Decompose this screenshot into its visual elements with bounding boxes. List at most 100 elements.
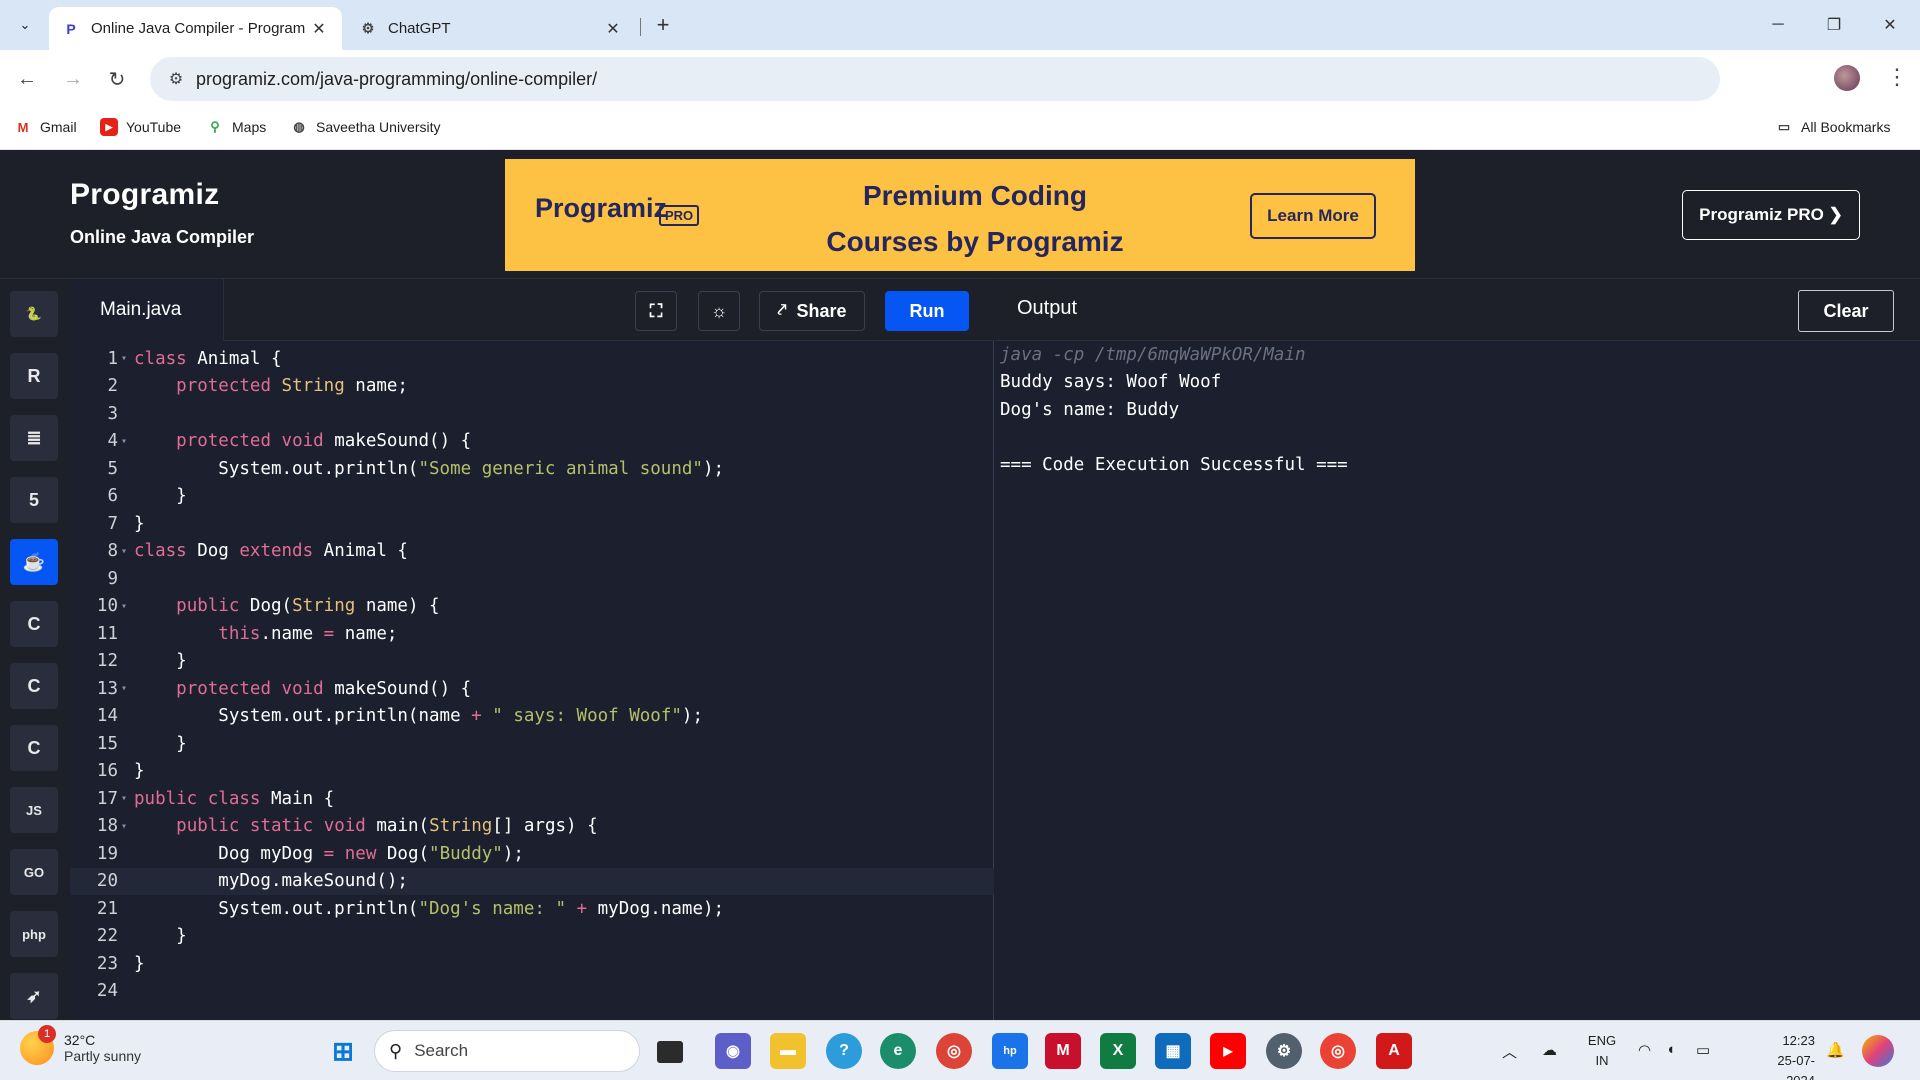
code-line[interactable]: 17 ▾ public class Main { bbox=[70, 785, 994, 813]
html-icon[interactable]: 5 bbox=[10, 477, 58, 523]
promo-banner[interactable]: Programiz PRO Premium Coding Courses by … bbox=[505, 159, 1415, 271]
settings-gear-icon[interactable]: ⚙ bbox=[1266, 1033, 1302, 1069]
minimize-icon[interactable]: ─ bbox=[1750, 0, 1806, 50]
file-tab-main-java[interactable]: Main.java bbox=[70, 279, 224, 341]
code-line[interactable]: 18 ▾ public static void main(String[] arg… bbox=[70, 813, 994, 841]
myhp-icon[interactable]: hp bbox=[992, 1033, 1028, 1069]
site-info-icon[interactable]: ⚙ bbox=[156, 69, 196, 89]
code-line[interactable]: 13 ▾ protected void makeSound() { bbox=[70, 675, 994, 703]
code-line[interactable]: 14 System.out.println(name + " says: Woo… bbox=[70, 703, 994, 731]
code-line[interactable]: 9 bbox=[70, 565, 994, 593]
code-line[interactable]: 22 } bbox=[70, 923, 994, 951]
window-close-icon[interactable]: ✕ bbox=[1862, 0, 1918, 50]
clear-button[interactable]: Clear bbox=[1798, 290, 1894, 332]
browser-tab-programiz[interactable]: P Online Java Compiler - Program ✕ bbox=[49, 7, 342, 50]
fold-arrow-icon[interactable]: ▾ bbox=[118, 601, 134, 612]
mcafee-icon[interactable]: M bbox=[1045, 1033, 1081, 1069]
code-line[interactable]: 19 Dog myDog = new Dog("Buddy"); bbox=[70, 840, 994, 868]
go-icon[interactable]: GO bbox=[10, 849, 58, 895]
wifi-icon[interactable]: ◠ bbox=[1638, 1041, 1651, 1059]
reload-icon[interactable]: ↻ bbox=[102, 64, 132, 94]
copilot-icon[interactable] bbox=[1862, 1035, 1894, 1067]
chrome-icon[interactable]: ◎ bbox=[936, 1033, 972, 1069]
code-line[interactable]: 24 bbox=[70, 978, 994, 1006]
code-line[interactable]: 7} bbox=[70, 510, 994, 538]
r-icon[interactable]: R bbox=[10, 353, 58, 399]
acrobat-icon[interactable]: A bbox=[1376, 1033, 1412, 1069]
python-icon[interactable]: 🐍 bbox=[10, 291, 58, 337]
task-view-icon[interactable] bbox=[657, 1041, 683, 1063]
code-line[interactable]: 2 protected String name; bbox=[70, 373, 994, 401]
code-line[interactable]: 10 ▾ public Dog(String name) { bbox=[70, 593, 994, 621]
taskbar-search[interactable]: ⚲ Search bbox=[374, 1030, 640, 1072]
cpp-icon[interactable]: C bbox=[10, 663, 58, 709]
output-console[interactable]: java -cp /tmp/6mqWaWPkOR/Main Buddy says… bbox=[1000, 341, 1915, 479]
share-button[interactable]: ⤤ Share bbox=[759, 291, 865, 331]
fold-arrow-icon[interactable]: ▾ bbox=[118, 793, 134, 804]
swift-icon[interactable]: ➶ bbox=[10, 973, 58, 1019]
fold-arrow-icon[interactable]: ▾ bbox=[118, 821, 134, 832]
c-icon[interactable]: C bbox=[10, 601, 58, 647]
fold-arrow-icon[interactable]: ▾ bbox=[118, 353, 134, 364]
excel-icon[interactable]: X bbox=[1100, 1033, 1136, 1069]
onedrive-offline-icon[interactable]: ☁ bbox=[1542, 1041, 1557, 1059]
all-bookmarks[interactable]: ▭ All Bookmarks bbox=[1775, 118, 1891, 136]
new-tab-plus-icon[interactable]: + bbox=[650, 12, 676, 38]
programiz-logo[interactable]: Programiz bbox=[70, 178, 219, 212]
code-line[interactable]: 8 ▾ class Dog extends Animal { bbox=[70, 538, 994, 566]
chrome-profile-icon[interactable]: ◎ bbox=[1320, 1033, 1356, 1069]
teams-chat-icon[interactable]: ◉ bbox=[715, 1033, 751, 1069]
close-icon[interactable]: ✕ bbox=[310, 19, 328, 39]
tab-search-chevron-icon[interactable]: ⌄ bbox=[12, 12, 38, 38]
edge-icon[interactable]: e bbox=[880, 1033, 916, 1069]
show-hidden-icons-chevron-icon[interactable]: ︿ bbox=[1502, 1041, 1517, 1062]
browser-tab-chatgpt[interactable]: ⚙ ChatGPT ✕ bbox=[346, 7, 636, 50]
fold-arrow-icon[interactable]: ▾ bbox=[118, 683, 134, 694]
run-button[interactable]: Run bbox=[885, 291, 969, 331]
restore-icon[interactable]: ❐ bbox=[1806, 0, 1862, 50]
code-line[interactable]: 11 this.name = name; bbox=[70, 620, 994, 648]
code-line[interactable]: 12 } bbox=[70, 648, 994, 676]
volume-icon[interactable]: ◖ bbox=[1666, 1041, 1675, 1058]
weather-widget[interactable]: 1 32°C Partly sunny bbox=[20, 1025, 141, 1065]
code-line[interactable]: 16} bbox=[70, 758, 994, 786]
fold-arrow-icon[interactable]: ▾ bbox=[118, 436, 134, 447]
youtube-app-icon[interactable]: ▶ bbox=[1210, 1033, 1246, 1069]
forward-arrow-icon[interactable]: → bbox=[58, 64, 88, 94]
code-line[interactable]: 1 ▾ class Animal { bbox=[70, 345, 994, 373]
address-bar[interactable]: ⚙ programiz.com/java-programming/online-… bbox=[150, 57, 1720, 101]
fullscreen-icon[interactable]: ⛶ bbox=[635, 291, 677, 331]
code-line[interactable]: 5 System.out.println("Some generic anima… bbox=[70, 455, 994, 483]
code-line[interactable]: 3 bbox=[70, 400, 994, 428]
theme-toggle-sun-icon[interactable]: ☼ bbox=[698, 291, 740, 331]
php-icon[interactable]: php bbox=[10, 911, 58, 957]
input-language[interactable]: ENG IN bbox=[1584, 1031, 1620, 1071]
programiz-pro-button[interactable]: Programiz PRO ❯ bbox=[1682, 190, 1860, 240]
code-line[interactable]: 23} bbox=[70, 950, 994, 978]
fold-arrow-icon[interactable]: ▾ bbox=[118, 546, 134, 557]
back-arrow-icon[interactable]: ← bbox=[12, 64, 42, 94]
kebab-menu-icon[interactable]: ⋮ bbox=[1886, 64, 1908, 90]
csharp-icon[interactable]: C bbox=[10, 725, 58, 771]
bookmark-saveetha[interactable]: ◍ Saveetha University bbox=[290, 118, 440, 136]
sql-icon[interactable]: ≣ bbox=[10, 415, 58, 461]
bookmark-youtube[interactable]: ▶ YouTube bbox=[100, 118, 181, 136]
windows-start-icon[interactable]: ⊞ bbox=[325, 1033, 361, 1069]
java-icon[interactable]: ☕ bbox=[10, 539, 58, 585]
code-line[interactable]: 6 } bbox=[70, 483, 994, 511]
code-line[interactable]: 21 System.out.println("Dog's name: " + m… bbox=[70, 895, 994, 923]
store-icon[interactable]: ▦ bbox=[1155, 1033, 1191, 1069]
code-editor[interactable]: 1 ▾ class Animal {2 protected String name;… bbox=[70, 341, 994, 1021]
code-line[interactable]: 15 } bbox=[70, 730, 994, 758]
code-line[interactable]: 4 ▾ protected void makeSound() { bbox=[70, 428, 994, 456]
profile-avatar[interactable] bbox=[1834, 65, 1860, 91]
javascript-icon[interactable]: JS bbox=[10, 787, 58, 833]
url-text[interactable]: programiz.com/java-programming/online-co… bbox=[196, 69, 597, 90]
close-icon[interactable]: ✕ bbox=[604, 19, 622, 39]
battery-icon[interactable]: ▭ bbox=[1696, 1041, 1710, 1059]
app-icon[interactable]: ? bbox=[826, 1033, 862, 1069]
bookmark-maps[interactable]: ⚲ Maps bbox=[206, 118, 266, 136]
system-clock[interactable]: 12:23 25-07-2024 bbox=[1755, 1031, 1815, 1080]
learn-more-button[interactable]: Learn More bbox=[1250, 193, 1376, 239]
bookmark-gmail[interactable]: M Gmail bbox=[14, 118, 77, 136]
